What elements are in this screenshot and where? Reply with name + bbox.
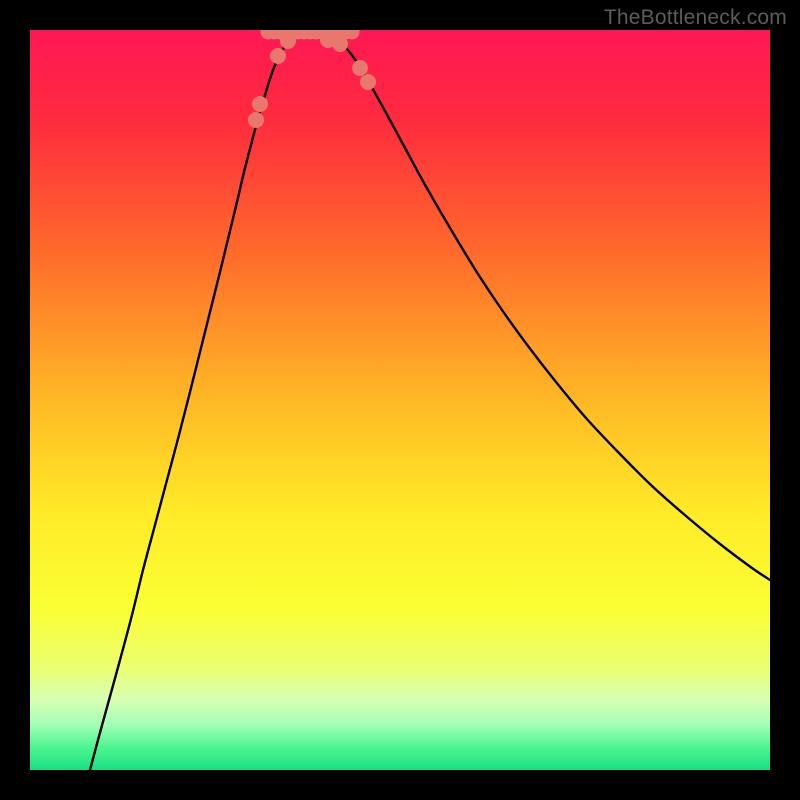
curve-marker bbox=[248, 112, 264, 128]
plot-area bbox=[30, 30, 770, 770]
outer-frame: TheBottleneck.com bbox=[0, 0, 800, 800]
curve-marker bbox=[360, 74, 376, 90]
curve-marker bbox=[332, 36, 348, 52]
watermark-text: TheBottleneck.com bbox=[604, 6, 787, 30]
curve-marker bbox=[352, 60, 368, 76]
curve-marker bbox=[252, 96, 268, 112]
chart-svg bbox=[30, 30, 770, 770]
curve-marker bbox=[280, 33, 296, 49]
curve-marker bbox=[270, 48, 286, 64]
